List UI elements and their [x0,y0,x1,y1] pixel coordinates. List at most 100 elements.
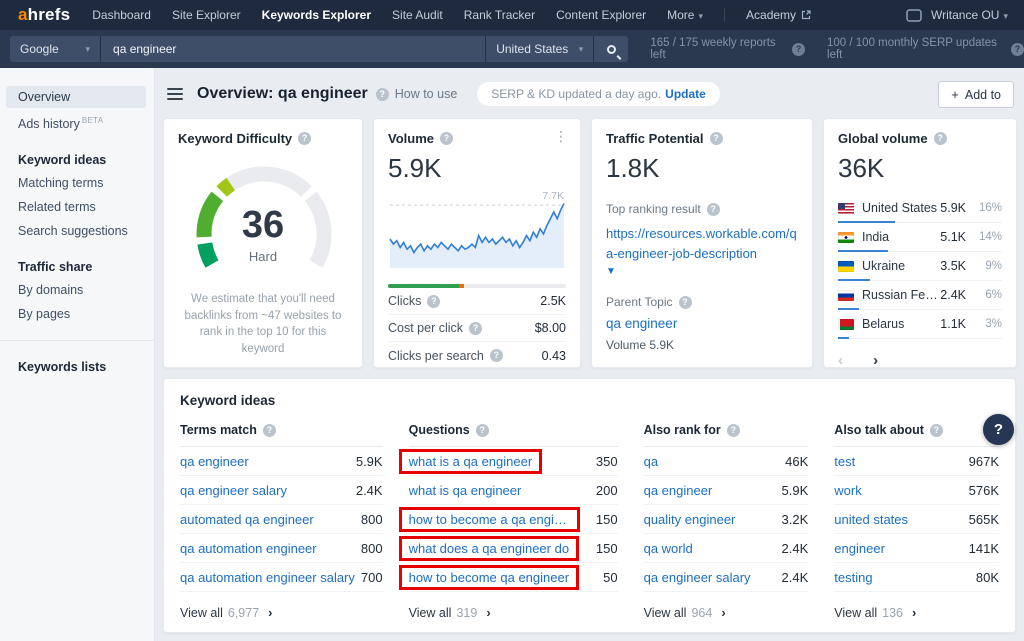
clicks-row: Clicks 2.5K [388,288,566,315]
nav-more[interactable]: More▾ [667,8,703,22]
help-icon[interactable] [263,424,276,437]
sidebar-item-related-terms[interactable]: Related terms [6,196,146,218]
help-icon[interactable] [792,43,805,56]
country-row-russian-federation[interactable]: Russian Federation 2.4K 6% [838,281,1002,310]
help-icon[interactable] [376,88,389,101]
kebab-menu-icon[interactable]: ⋮ [554,131,568,141]
prev-page-icon[interactable]: ‹ [838,352,843,369]
add-to-button[interactable]: +Add to [938,81,1014,108]
keyword-link[interactable]: qa engineer [180,454,350,469]
keyword-volume: 800 [361,512,383,527]
traffic-potential-card: Traffic Potential 1.8K Top ranking resul… [591,118,813,368]
view-all-link[interactable]: View all6,977› [180,605,383,620]
help-icon[interactable] [1011,43,1024,56]
keyword-row: test967K [834,447,999,476]
help-icon[interactable] [679,296,692,309]
nav-dashboard[interactable]: Dashboard [92,8,151,22]
keyword-link-highlighted[interactable]: how to become a qa engineer [399,507,580,532]
keyword-link-highlighted[interactable]: what is a qa engineer [399,449,543,474]
country-row-belarus[interactable]: Belarus 1.1K 3% [838,310,1002,339]
nav-rank-tracker[interactable]: Rank Tracker [464,8,535,22]
search-button[interactable] [594,36,628,62]
help-icon[interactable] [469,322,482,335]
next-page-icon[interactable]: › [873,352,878,369]
collapse-sidebar-icon[interactable] [167,88,183,100]
keyword-link[interactable]: qa automation engineer salary [180,570,355,585]
view-all-link[interactable]: View all964› [644,605,809,620]
help-icon[interactable] [490,349,503,362]
keyword-link[interactable]: what is qa engineer [409,483,590,498]
nav-content-explorer[interactable]: Content Explorer [556,8,646,22]
top-ranking-url-link[interactable]: https://resources.workable.com/qa-engine… [606,224,798,263]
keyword-link[interactable]: quality engineer [644,512,776,527]
keyword-query-input[interactable] [101,36,485,62]
sidebar-item-by-pages[interactable]: By pages [6,303,146,325]
country-row-ukraine[interactable]: Ukraine 3.5K 9% [838,252,1002,281]
main-content: Overview: qa engineer How to use SERP & … [155,68,1024,641]
volume-chart: 7.7K [388,190,566,272]
nav-academy[interactable]: Academy [746,8,811,22]
nav-keywords-explorer[interactable]: Keywords Explorer [262,8,371,22]
help-icon[interactable] [440,132,453,145]
sidebar-item-overview[interactable]: Overview [6,86,146,108]
keyword-row: testing80K [834,563,999,592]
keyword-link[interactable]: engineer [834,541,962,556]
column-header-text: Questions [409,423,470,437]
sidebar-item-ads-history[interactable]: Ads historyBETA [6,110,146,135]
keyword-link-highlighted[interactable]: what does a qa engineer do [399,536,579,561]
nav-site-explorer[interactable]: Site Explorer [172,8,241,22]
country-volume: 3.5K [940,259,966,273]
keyword-link[interactable]: qa engineer salary [180,483,350,498]
sidebar-item-by-domains[interactable]: By domains [6,279,146,301]
search-engine-select[interactable]: Google ▾ [10,36,100,62]
view-all-link[interactable]: View all319› [409,605,618,620]
keyword-volume: 565K [969,512,999,527]
view-all-link[interactable]: View all136› [834,605,999,620]
keyword-link-highlighted[interactable]: how to become qa engineer [399,565,579,590]
keyword-volume: 200 [596,483,618,498]
update-link[interactable]: Update [665,87,706,101]
parent-topic-link[interactable]: qa engineer [606,316,677,331]
keyword-link[interactable]: testing [834,570,970,585]
help-icon[interactable] [727,424,740,437]
keyword-link[interactable]: qa automation engineer [180,541,355,556]
how-to-use-link[interactable]: How to use [395,87,458,101]
help-icon[interactable] [298,132,311,145]
help-icon[interactable] [476,424,489,437]
keyword-link[interactable]: qa engineer [644,483,776,498]
page-title: Overview: qa engineer [197,85,368,103]
help-icon[interactable] [930,424,943,437]
keyword-link[interactable]: qa engineer salary [644,570,776,585]
help-icon[interactable] [427,295,440,308]
keyword-link[interactable]: automated qa engineer [180,512,355,527]
sidebar-item-search-suggestions[interactable]: Search suggestions [6,220,146,242]
country-row-india[interactable]: India 5.1K 14% [838,223,1002,252]
keyword-link[interactable]: qa world [644,541,776,556]
plus-icon: + [951,87,959,102]
cpc-label: Cost per click [388,321,482,335]
keyword-link[interactable]: test [834,454,962,469]
country-select[interactable]: United States ▾ [486,36,593,62]
keyword-link[interactable]: work [834,483,962,498]
nav-site-audit[interactable]: Site Audit [392,8,443,22]
search-group: Google ▾ United States ▾ [10,36,628,62]
expand-result-icon[interactable]: ▼ [606,266,798,277]
account-menu[interactable]: Writance OU▾ [931,8,1008,22]
help-icon[interactable] [710,132,723,145]
help-icon[interactable] [707,203,720,216]
organic-clicks-bar [388,284,459,288]
theme-toggle-icon[interactable] [906,9,922,22]
keyword-link[interactable]: qa [644,454,780,469]
country-row-united-states[interactable]: United States 5.9K 16% [838,194,1002,223]
page-header: Overview: qa engineer How to use SERP & … [163,80,1016,108]
sidebar-header-keywords-lists[interactable]: Keywords lists [6,357,146,377]
volume-sparkline [388,190,568,270]
view-all-count: 136 [882,606,903,620]
nav-academy-label: Academy [746,8,796,22]
sidebar-item-matching-terms[interactable]: Matching terms [6,172,146,194]
help-fab-button[interactable]: ? [983,414,1014,445]
keyword-link[interactable]: united states [834,512,962,527]
help-icon[interactable] [934,132,947,145]
search-icon [607,45,616,54]
ahrefs-logo[interactable]: ahrefs [18,5,70,25]
